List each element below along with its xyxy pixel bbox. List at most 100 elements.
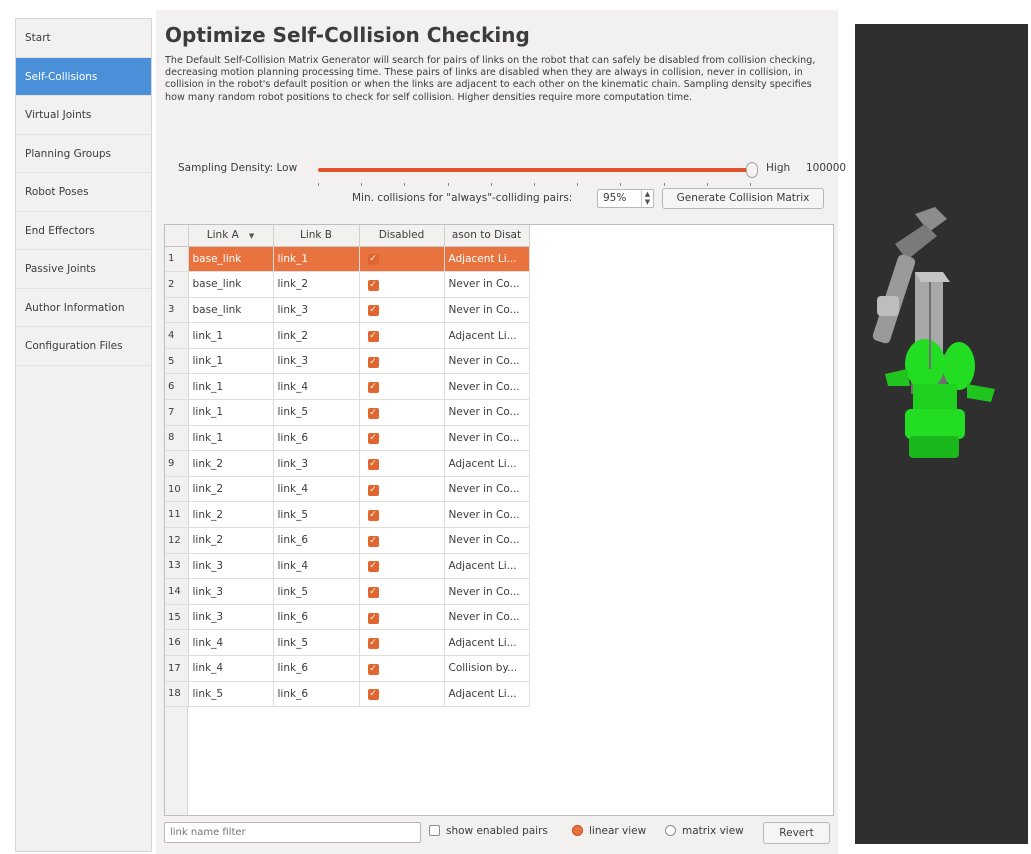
link-b-cell[interactable]: link_4 [273, 553, 360, 580]
disabled-cell[interactable]: ✓ [359, 348, 445, 375]
disabled-cell[interactable]: ✓ [359, 681, 445, 708]
disabled-cell[interactable]: ✓ [359, 399, 445, 426]
reason-cell[interactable]: Never in Co... [444, 271, 530, 298]
table-row[interactable]: 11 link_2 link_5 ✓ Never in Co... [165, 501, 530, 529]
link-b-cell[interactable]: link_4 [273, 373, 360, 401]
link-a-cell[interactable]: link_1 [188, 322, 274, 349]
reason-cell[interactable]: Never in Co... [444, 297, 530, 324]
link-a-cell[interactable]: link_2 [188, 527, 274, 554]
reason-cell[interactable]: Adjacent Li... [444, 450, 530, 477]
reason-cell[interactable]: Never in Co... [444, 604, 530, 631]
column-header-link-b[interactable]: Link B [273, 225, 360, 247]
table-row[interactable]: 9 link_2 link_3 ✓ Adjacent Li... [165, 450, 530, 477]
link-a-cell[interactable]: link_2 [188, 476, 274, 503]
sidebar-item-start[interactable]: Start [16, 19, 151, 58]
disabled-cell[interactable]: ✓ [359, 527, 445, 554]
density-slider-handle[interactable] [746, 162, 758, 178]
reason-cell[interactable]: Adjacent Li... [444, 322, 530, 349]
link-a-cell[interactable]: link_5 [188, 681, 274, 708]
link-a-cell[interactable]: link_1 [188, 399, 274, 426]
disabled-cell[interactable]: ✓ [359, 578, 445, 605]
disabled-cell[interactable]: ✓ [359, 553, 445, 580]
table-row[interactable]: 18 link_5 link_6 ✓ Adjacent Li... [165, 681, 530, 708]
sidebar-item-robot-poses[interactable]: Robot Poses [16, 173, 151, 212]
link-b-cell[interactable]: link_5 [273, 399, 360, 426]
disabled-checkbox-icon[interactable]: ✓ [367, 535, 379, 547]
disabled-cell[interactable]: ✓ [359, 322, 445, 349]
link-b-cell[interactable]: link_2 [273, 322, 360, 349]
sidebar-item-configuration-files[interactable]: Configuration Files [16, 327, 151, 366]
disabled-checkbox-icon[interactable]: ✓ [367, 484, 379, 496]
link-a-cell[interactable]: link_4 [188, 629, 274, 656]
disabled-cell[interactable]: ✓ [359, 629, 445, 656]
link-b-cell[interactable]: link_3 [273, 450, 360, 477]
table-row[interactable]: 1 base_link link_1 ✓ Adjacent Li... [165, 246, 530, 273]
reason-cell[interactable]: Adjacent Li... [444, 629, 530, 656]
disabled-checkbox-icon[interactable]: ✓ [367, 331, 379, 343]
density-slider-track[interactable] [318, 168, 750, 172]
link-a-cell[interactable]: base_link [188, 297, 274, 324]
table-row[interactable]: 12 link_2 link_6 ✓ Never in Co... [165, 527, 530, 554]
sidebar-item-virtual-joints[interactable]: Virtual Joints [16, 96, 151, 135]
sidebar-item-passive-joints[interactable]: Passive Joints [16, 250, 151, 289]
reason-cell[interactable]: Never in Co... [444, 578, 530, 605]
disabled-checkbox-icon[interactable]: ✓ [367, 459, 379, 471]
link-b-cell[interactable]: link_1 [273, 246, 360, 273]
disabled-checkbox-icon[interactable]: ✓ [367, 587, 379, 599]
link-b-cell[interactable]: link_5 [273, 629, 360, 656]
reason-cell[interactable]: Never in Co... [444, 501, 530, 529]
table-row[interactable]: 3 base_link link_3 ✓ Never in Co... [165, 297, 530, 324]
disabled-cell[interactable]: ✓ [359, 501, 445, 529]
table-row[interactable]: 17 link_4 link_6 ✓ Collision by... [165, 655, 530, 682]
spinbox-arrows-icon[interactable]: ▲ ▼ [641, 190, 653, 207]
link-a-cell[interactable]: link_3 [188, 553, 274, 580]
disabled-checkbox-icon[interactable]: ✓ [367, 382, 379, 394]
sidebar-item-planning-groups[interactable]: Planning Groups [16, 135, 151, 173]
table-row[interactable]: 6 link_1 link_4 ✓ Never in Co... [165, 373, 530, 401]
disabled-checkbox-icon[interactable]: ✓ [367, 407, 379, 419]
disabled-cell[interactable]: ✓ [359, 246, 445, 273]
link-a-cell[interactable]: link_1 [188, 348, 274, 375]
disabled-checkbox-icon[interactable]: ✓ [367, 279, 379, 291]
disabled-checkbox-icon[interactable]: ✓ [367, 433, 379, 445]
reason-cell[interactable]: Adjacent Li... [444, 681, 530, 708]
link-a-cell[interactable]: link_1 [188, 373, 274, 401]
table-row[interactable]: 15 link_3 link_6 ✓ Never in Co... [165, 604, 530, 631]
reason-cell[interactable]: Adjacent Li... [444, 246, 530, 273]
link-b-cell[interactable]: link_5 [273, 501, 360, 529]
radio-selected-icon[interactable] [572, 825, 583, 836]
sidebar-item-self-collisions[interactable]: Self-Collisions [16, 57, 151, 96]
checkbox-icon[interactable] [429, 825, 440, 836]
sidebar-item-end-effectors[interactable]: End Effectors [16, 212, 151, 250]
reason-cell[interactable]: Never in Co... [444, 348, 530, 375]
table-row[interactable]: 2 base_link link_2 ✓ Never in Co... [165, 271, 530, 298]
link-a-cell[interactable]: link_2 [188, 450, 274, 477]
link-b-cell[interactable]: link_6 [273, 681, 360, 708]
disabled-cell[interactable]: ✓ [359, 425, 445, 452]
link-b-cell[interactable]: link_4 [273, 476, 360, 503]
reason-cell[interactable]: Never in Co... [444, 399, 530, 426]
disabled-cell[interactable]: ✓ [359, 373, 445, 401]
robot-3d-viewer[interactable] [855, 24, 1028, 844]
linear-view-radio[interactable]: linear view [572, 825, 646, 837]
link-a-cell[interactable]: link_3 [188, 604, 274, 631]
disabled-checkbox-icon[interactable]: ✓ [367, 663, 379, 675]
table-row[interactable]: 16 link_4 link_5 ✓ Adjacent Li... [165, 629, 530, 656]
sidebar-item-author-information[interactable]: Author Information [16, 289, 151, 327]
link-a-cell[interactable]: link_1 [188, 425, 274, 452]
reason-cell[interactable]: Never in Co... [444, 527, 530, 554]
link-a-cell[interactable]: link_4 [188, 655, 274, 682]
generate-collision-matrix-button[interactable]: Generate Collision Matrix [662, 188, 824, 209]
disabled-checkbox-icon[interactable]: ✓ [367, 638, 379, 650]
table-row[interactable]: 13 link_3 link_4 ✓ Adjacent Li... [165, 553, 530, 580]
link-b-cell[interactable]: link_3 [273, 297, 360, 324]
reason-cell[interactable]: Collision by... [444, 655, 530, 682]
link-a-cell[interactable]: link_3 [188, 578, 274, 605]
disabled-cell[interactable]: ✓ [359, 450, 445, 477]
disabled-cell[interactable]: ✓ [359, 271, 445, 298]
matrix-view-radio[interactable]: matrix view [665, 825, 744, 837]
disabled-checkbox-icon[interactable]: ✓ [367, 305, 379, 317]
disabled-cell[interactable]: ✓ [359, 476, 445, 503]
link-a-cell[interactable]: base_link [188, 271, 274, 298]
disabled-checkbox-icon[interactable]: ✓ [367, 254, 379, 266]
